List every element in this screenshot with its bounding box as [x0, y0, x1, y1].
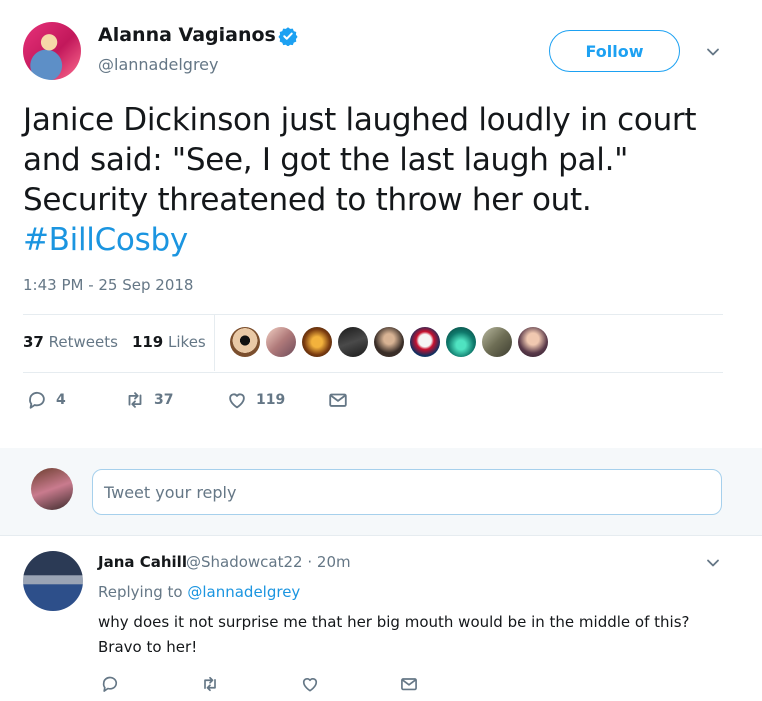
- liker-avatar[interactable]: [410, 327, 440, 357]
- tweet-text: Janice Dickinson just laughed loudly in …: [23, 100, 743, 260]
- reply-text: why does it not surprise me that her big…: [98, 610, 738, 660]
- retweet-icon: [128, 392, 142, 408]
- liker-avatar[interactable]: [446, 327, 476, 357]
- author-avatar[interactable]: [23, 22, 81, 80]
- heart-icon: [229, 393, 245, 409]
- tweet-text-line: and said: "See, I got the last laugh pal…: [23, 142, 629, 178]
- chevron-down-icon[interactable]: [705, 555, 721, 571]
- liker-avatar[interactable]: [338, 327, 368, 357]
- tweet-text-line: Janice Dickinson just laughed loudly in …: [23, 102, 697, 138]
- author-name[interactable]: Alanna Vagianos: [98, 24, 276, 46]
- retweets-label: Retweets: [48, 333, 118, 351]
- reply-icon: [29, 391, 45, 409]
- divider: [23, 314, 723, 315]
- direct-message-button[interactable]: [399, 674, 419, 694]
- like-button[interactable]: 119: [226, 389, 285, 411]
- like-button[interactable]: [300, 674, 320, 694]
- like-count: 119: [256, 392, 286, 408]
- divider: [214, 315, 215, 371]
- retweet-button[interactable]: [200, 674, 220, 694]
- retweet-icon: [204, 676, 216, 692]
- replying-to: Replying to @lannadelgrey: [98, 583, 300, 601]
- follow-button[interactable]: Follow: [549, 30, 680, 72]
- reply-tweet[interactable]: Jana Cahill @Shadowcat22 · 20m Replying …: [0, 537, 762, 701]
- replying-to-handle[interactable]: @lannadelgrey: [187, 583, 300, 601]
- mail-icon: [329, 393, 347, 407]
- retweet-button[interactable]: 37: [124, 389, 173, 411]
- verified-icon: [278, 27, 298, 46]
- direct-message-button[interactable]: [327, 389, 349, 411]
- divider: [23, 372, 723, 373]
- reply-icon: [102, 676, 118, 692]
- reply-text-line: why does it not surprise me that her big…: [98, 613, 690, 631]
- replying-to-label: Replying to: [98, 583, 183, 601]
- reply-author-meta[interactable]: @Shadowcat22 · 20m: [186, 553, 351, 571]
- liker-avatar[interactable]: [230, 327, 260, 357]
- retweets-count: 37: [23, 333, 44, 351]
- reply-actions: [0, 674, 762, 701]
- liker-avatar[interactable]: [482, 327, 512, 357]
- reply-author-name[interactable]: Jana Cahill: [98, 553, 187, 571]
- hashtag-link[interactable]: #BillCosby: [23, 220, 743, 260]
- tweet-actions: 4 37 119: [0, 388, 762, 418]
- likers-avatars: [230, 327, 548, 357]
- liker-avatar[interactable]: [374, 327, 404, 357]
- heart-icon: [302, 678, 318, 692]
- reply-button[interactable]: [100, 674, 120, 694]
- retweets-stat[interactable]: 37 Retweets: [23, 333, 118, 351]
- chevron-down-icon[interactable]: [705, 44, 721, 60]
- reply-author-avatar[interactable]: [23, 551, 83, 611]
- likes-label: Likes: [168, 333, 206, 351]
- reply-composer: Tweet your reply: [0, 448, 762, 536]
- likes-count: 119: [131, 333, 164, 351]
- reply-count: 4: [56, 392, 66, 408]
- liker-avatar[interactable]: [302, 327, 332, 357]
- current-user-avatar: [31, 468, 73, 510]
- tweet-stats: 37 Retweets 119 Likes: [23, 333, 220, 351]
- tweet-card: Alanna Vagianos @lannadelgrey Follow Jan…: [0, 0, 762, 448]
- tweet-timestamp[interactable]: 1:43 PM - 25 Sep 2018: [23, 276, 193, 294]
- reply-button[interactable]: 4: [26, 389, 66, 411]
- likes-stat[interactable]: 119 Likes: [132, 333, 206, 351]
- liker-avatar[interactable]: [518, 327, 548, 357]
- tweet-text-line: Security threatened to throw her out.: [23, 182, 592, 218]
- reply-text-line: Bravo to her!: [98, 638, 198, 656]
- reply-input[interactable]: Tweet your reply: [92, 469, 722, 515]
- liker-avatar[interactable]: [266, 327, 296, 357]
- retweet-count: 37: [154, 392, 174, 408]
- mail-icon: [401, 678, 417, 691]
- author-handle[interactable]: @lannadelgrey: [98, 55, 218, 74]
